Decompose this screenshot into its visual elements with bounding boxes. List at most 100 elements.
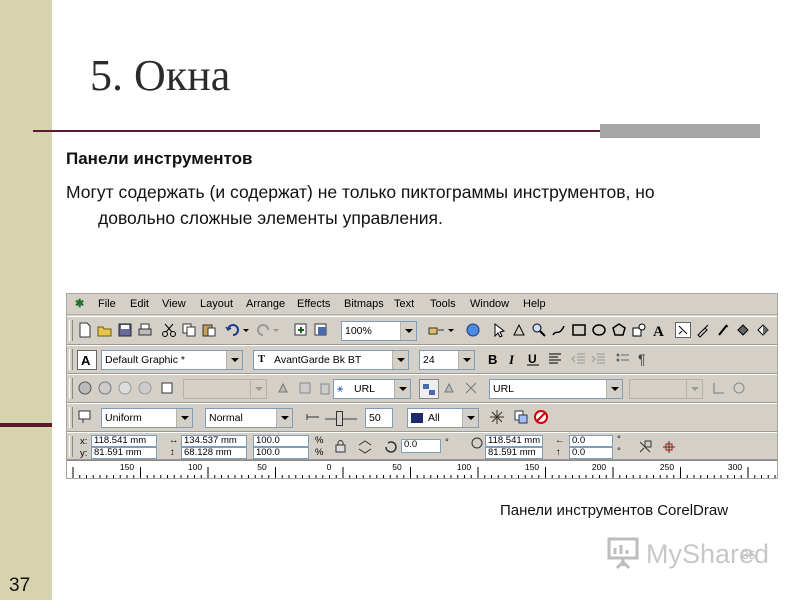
skew-x-field[interactable]: 0.0 <box>569 435 613 447</box>
bookmark-manager-icon[interactable] <box>77 380 93 396</box>
transparency-value-field[interactable]: 50 <box>365 408 393 428</box>
mirror-icon[interactable] <box>357 439 373 455</box>
chevron-down-icon[interactable] <box>686 380 702 398</box>
decrease-indent-icon[interactable] <box>571 351 587 367</box>
chevron-down-icon[interactable] <box>462 409 478 427</box>
shape-tool-icon[interactable] <box>511 322 527 338</box>
rotate-icon[interactable] <box>383 439 399 455</box>
center-x-field[interactable]: 118.541 mm <box>485 435 543 447</box>
increase-indent-icon[interactable] <box>591 351 607 367</box>
outline-tool-icon[interactable] <box>715 322 731 338</box>
trash-icon[interactable] <box>317 380 333 396</box>
corel-online-icon[interactable] <box>465 322 481 338</box>
rotation-center-icon[interactable] <box>469 435 485 451</box>
menu-tools[interactable]: Tools <box>430 298 456 310</box>
link-manager-icon[interactable] <box>97 380 113 396</box>
interactive-transparency-icon[interactable] <box>755 322 771 338</box>
new-document-icon[interactable] <box>77 322 93 338</box>
italic-icon[interactable]: I <box>505 351 521 367</box>
toolbar-grip[interactable] <box>69 320 73 341</box>
check-links-icon[interactable] <box>137 380 153 396</box>
menu-edit[interactable]: Edit <box>130 298 149 310</box>
cut-icon[interactable] <box>161 322 177 338</box>
horizontal-ruler[interactable]: 150 100 50 0 50 100 150 200 250 300 <box>67 460 777 478</box>
text-tool-icon[interactable]: A <box>651 322 667 338</box>
web-tools-icon[interactable] <box>297 380 313 396</box>
refresh-link-icon[interactable] <box>731 380 747 396</box>
transparency-operation-select[interactable]: Normal <box>205 408 293 428</box>
graphic-style-select[interactable]: Default Graphic * <box>101 350 243 370</box>
internet-tools-icon[interactable] <box>463 380 479 396</box>
zoom-tool-icon[interactable] <box>531 322 547 338</box>
transparency-target-select[interactable]: All <box>407 408 479 428</box>
align-icon[interactable] <box>547 351 563 367</box>
application-launcher-icon[interactable] <box>427 322 444 338</box>
chevron-down-icon[interactable] <box>458 351 474 369</box>
url-select-2[interactable]: URL <box>489 379 623 399</box>
url-select-1[interactable]: ⚹ URL <box>333 379 411 399</box>
save-icon[interactable] <box>117 322 133 338</box>
bullet-list-icon[interactable] <box>615 351 631 367</box>
apply-to-duplicate-icon[interactable] <box>637 439 653 455</box>
menu-help[interactable]: Help <box>523 298 546 310</box>
menu-arrange[interactable]: Arrange <box>246 298 285 310</box>
rotation-angle-field[interactable]: 0.0 <box>401 439 441 453</box>
object-width-field[interactable]: 134.537 mm <box>181 435 247 447</box>
chevron-down-icon[interactable] <box>606 380 622 398</box>
scale-y-field[interactable]: 100.0 <box>253 447 309 459</box>
chevron-down-icon[interactable] <box>176 409 192 427</box>
clear-transparency-icon[interactable] <box>533 409 549 425</box>
menu-layout[interactable]: Layout <box>200 298 233 310</box>
interactive-fill-tool-icon[interactable] <box>675 322 691 338</box>
rectangle-tool-icon[interactable] <box>571 322 587 338</box>
pilcrow-icon[interactable]: ¶ <box>635 351 651 367</box>
ellipse-tool-icon[interactable] <box>591 322 607 338</box>
open-folder-icon[interactable] <box>97 322 113 338</box>
chevron-down-icon[interactable] <box>394 380 410 398</box>
skew-y-field[interactable]: 0.0 <box>569 447 613 459</box>
print-icon[interactable] <box>137 322 153 338</box>
freeze-icon[interactable] <box>489 409 505 425</box>
pick-tool-icon[interactable] <box>491 322 507 338</box>
undo-icon[interactable] <box>225 322 241 338</box>
relative-position-icon[interactable] <box>661 439 677 455</box>
menu-view[interactable]: View <box>162 298 186 310</box>
scale-x-field[interactable]: 100.0 <box>253 435 309 447</box>
freehand-tool-icon[interactable] <box>551 322 567 338</box>
font-size-select[interactable]: 24 <box>419 350 475 370</box>
x-position-field[interactable]: 118.541 mm <box>91 435 157 447</box>
target-frame-select[interactable] <box>629 379 703 399</box>
y-position-field[interactable]: 81.591 mm <box>91 447 157 459</box>
chevron-down-icon[interactable] <box>276 409 292 427</box>
layout-connector-icon[interactable] <box>711 380 727 396</box>
paste-icon[interactable] <box>201 322 217 338</box>
internet-object-icon[interactable] <box>117 380 133 396</box>
chevron-down-icon[interactable] <box>400 322 416 340</box>
chevron-down-icon[interactable] <box>226 351 242 369</box>
lock-ratio-icon[interactable] <box>333 439 349 455</box>
menu-effects[interactable]: Effects <box>297 298 330 310</box>
fill-tool-icon[interactable] <box>735 322 751 338</box>
transparency-slider-handle[interactable] <box>336 411 343 426</box>
menu-bitmaps[interactable]: Bitmaps <box>344 298 384 310</box>
object-height-field[interactable]: 68.128 mm <box>181 447 247 459</box>
redo-icon[interactable] <box>255 322 271 338</box>
menu-text[interactable]: Text <box>394 298 414 310</box>
import-icon[interactable] <box>293 322 309 338</box>
chevron-down-icon[interactable] <box>250 380 266 398</box>
font-family-select[interactable]: T AvantGarde Bk BT <box>253 350 409 370</box>
copy-icon[interactable] <box>181 322 197 338</box>
toolbar-grip[interactable] <box>69 378 73 399</box>
web-connector-icon[interactable] <box>419 379 439 399</box>
web-properties-icon[interactable] <box>159 380 175 396</box>
menu-window[interactable]: Window <box>470 298 509 310</box>
rollover-icon[interactable] <box>443 380 459 396</box>
internet-object-select[interactable] <box>183 379 267 399</box>
zoom-level-select[interactable]: 100% <box>341 321 417 341</box>
chevron-down-icon[interactable] <box>392 351 408 369</box>
bold-icon[interactable]: B <box>485 351 501 367</box>
transparency-type-select[interactable]: Uniform <box>101 408 193 428</box>
export-icon[interactable] <box>313 322 329 338</box>
redo-dropdown-icon[interactable] <box>272 322 288 338</box>
launcher-dropdown-icon[interactable] <box>447 322 463 338</box>
